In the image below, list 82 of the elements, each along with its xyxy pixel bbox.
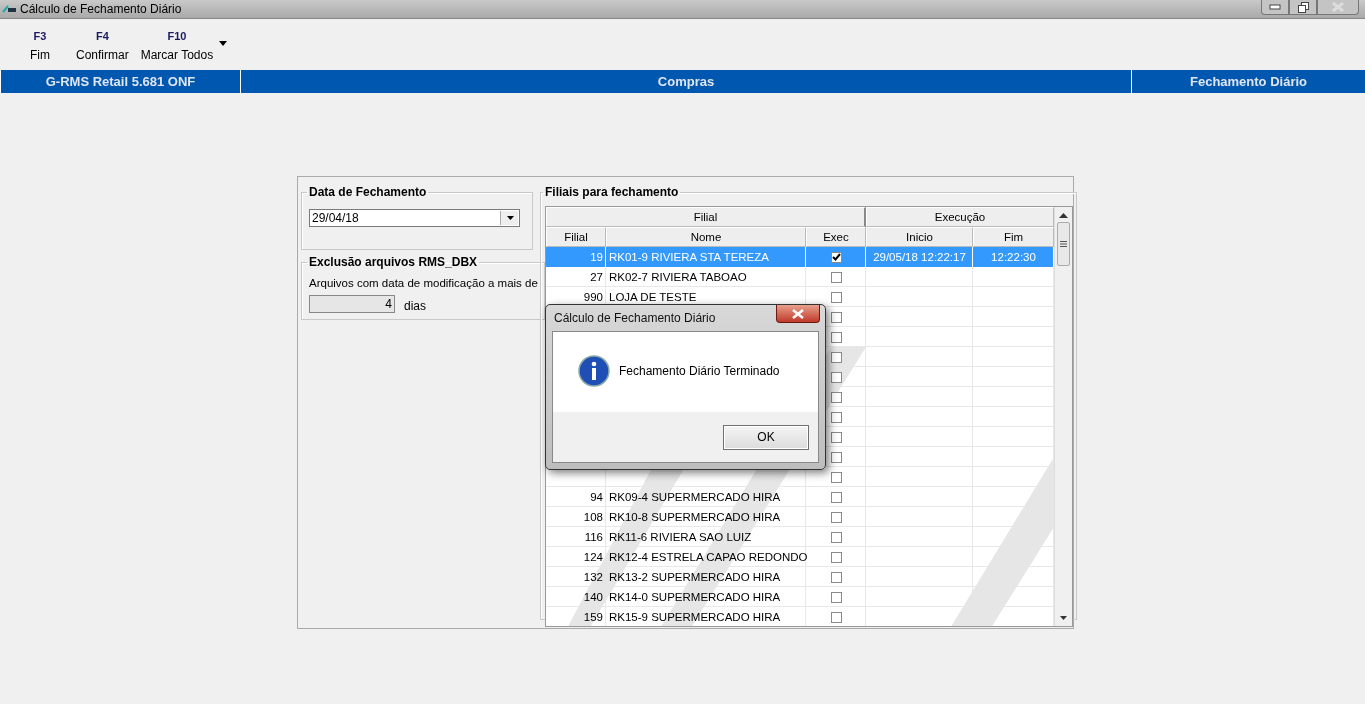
checkbox[interactable] (830, 371, 842, 383)
toolbar-button[interactable]: F3 Fim (10, 19, 70, 62)
column-header[interactable]: Exec (806, 227, 866, 247)
dialog-title: Cálculo de Fechamento Diário (553, 311, 716, 325)
group-title: Exclusão arquivos RMS_DBX (308, 255, 479, 269)
toolbar-button[interactable]: F4 Confirmar (70, 19, 135, 62)
table-cell-text: 27 (589, 270, 604, 285)
check-icon (831, 253, 841, 261)
dropdown-caret-icon[interactable] (219, 41, 228, 46)
days-field[interactable]: 4 (309, 295, 395, 313)
table-cell-text: 94 (589, 490, 604, 505)
info-bar-label: Compras (240, 70, 1131, 93)
column-header[interactable]: Nome (606, 227, 806, 247)
checkbox[interactable] (830, 291, 842, 303)
minimize-icon (1269, 4, 1281, 10)
checkbox[interactable] (830, 571, 842, 583)
column-header[interactable]: Inicio (866, 227, 973, 247)
scroll-down-icon[interactable] (1060, 616, 1067, 620)
table-cell-text: 159 (582, 610, 604, 625)
checkbox[interactable] (830, 251, 842, 263)
checkbox[interactable] (830, 431, 842, 443)
table-cell: 19 (546, 247, 606, 267)
info-icon (578, 354, 610, 387)
scroll-up-icon[interactable] (1059, 213, 1068, 218)
restore-button[interactable] (1289, 0, 1317, 15)
table-cell-text: 140 (582, 590, 604, 605)
checkbox[interactable] (830, 611, 842, 623)
column-header[interactable]: Fim (973, 227, 1054, 247)
table-cell-text: 124 (582, 550, 604, 565)
table-cell-text: RK15-9 SUPERMERCADO HIRA (608, 610, 782, 625)
table-cell-text: 116 (583, 530, 604, 545)
table-cell-text: RK11-6 RIVIERA SAO LUIZ (608, 530, 753, 545)
date-dropdown[interactable]: 29/04/18 (309, 209, 520, 227)
dropdown-arrow-icon (507, 216, 514, 220)
scroll-thumb[interactable] (1057, 222, 1070, 266)
minimize-button[interactable] (1261, 0, 1289, 15)
table-cell-text: RK10-8 SUPERMERCADO HIRA (608, 510, 782, 525)
info-bar-label: G-RMS Retail 5.681 ONF (0, 70, 240, 93)
scrollbar[interactable] (1054, 207, 1072, 626)
table-cell: RK01-9 RIVIERA STA TEREZA (606, 247, 806, 267)
column-header[interactable]: Filial (546, 227, 606, 247)
checkbox[interactable] (830, 271, 842, 283)
info-bar-label: Fechamento Diário (1131, 70, 1365, 93)
table-cell-text: 132 (582, 570, 604, 585)
table-cell: 29/05/18 12:22:17 (866, 247, 973, 267)
column-group-header: Execução (866, 207, 1054, 227)
grip-icon (1060, 241, 1067, 247)
group-title: Data de Fechamento (308, 185, 428, 199)
unit-label: dias (404, 299, 426, 313)
close-icon (792, 308, 804, 319)
app-logo-icon (2, 4, 16, 14)
checkbox[interactable] (830, 511, 842, 523)
close-button[interactable] (776, 305, 820, 323)
restore-icon (1297, 1, 1309, 13)
dialog-message: Fechamento Diário Terminado (619, 363, 780, 378)
checkbox[interactable] (830, 551, 842, 563)
checkbox[interactable] (830, 411, 842, 423)
table-cell-text: LOJA DE TESTE (608, 290, 698, 305)
table-cell-text: RK12-4 ESTRELA CAPAO REDONDO (608, 550, 806, 565)
table-cell-text: 108 (582, 510, 604, 525)
table-cell: 12:22:30 (973, 247, 1054, 267)
checkbox[interactable] (830, 351, 842, 363)
checkbox[interactable] (830, 531, 842, 543)
checkbox[interactable] (830, 311, 842, 323)
toolbar-button[interactable]: F10 Marcar Todos (134, 19, 220, 62)
checkbox[interactable] (830, 591, 842, 603)
table-cell-text: 990 (582, 290, 604, 305)
checkbox[interactable] (830, 451, 842, 463)
group-title: Filiais para fechamento (544, 185, 680, 199)
checkbox[interactable] (830, 391, 842, 403)
close-icon (1332, 2, 1344, 12)
ok-button[interactable]: OK (723, 424, 809, 450)
table-cell-text: RK13-2 SUPERMERCADO HIRA (608, 570, 782, 585)
description-text: Arquivos com data de modificação a mais de (309, 277, 538, 289)
column-group-header: Filial (546, 207, 866, 227)
table-cell-text: RK09-4 SUPERMERCADO HIRA (608, 490, 782, 505)
table-cell-text: RK14-0 SUPERMERCADO HIRA (608, 590, 782, 605)
checkbox[interactable] (830, 331, 842, 343)
window-title: Cálculo de Fechamento Diário (20, 2, 183, 16)
checkbox[interactable] (830, 471, 842, 483)
table-cell-text: RK02-7 RIVIERA TABOAO (608, 270, 748, 285)
checkbox[interactable] (830, 491, 842, 503)
